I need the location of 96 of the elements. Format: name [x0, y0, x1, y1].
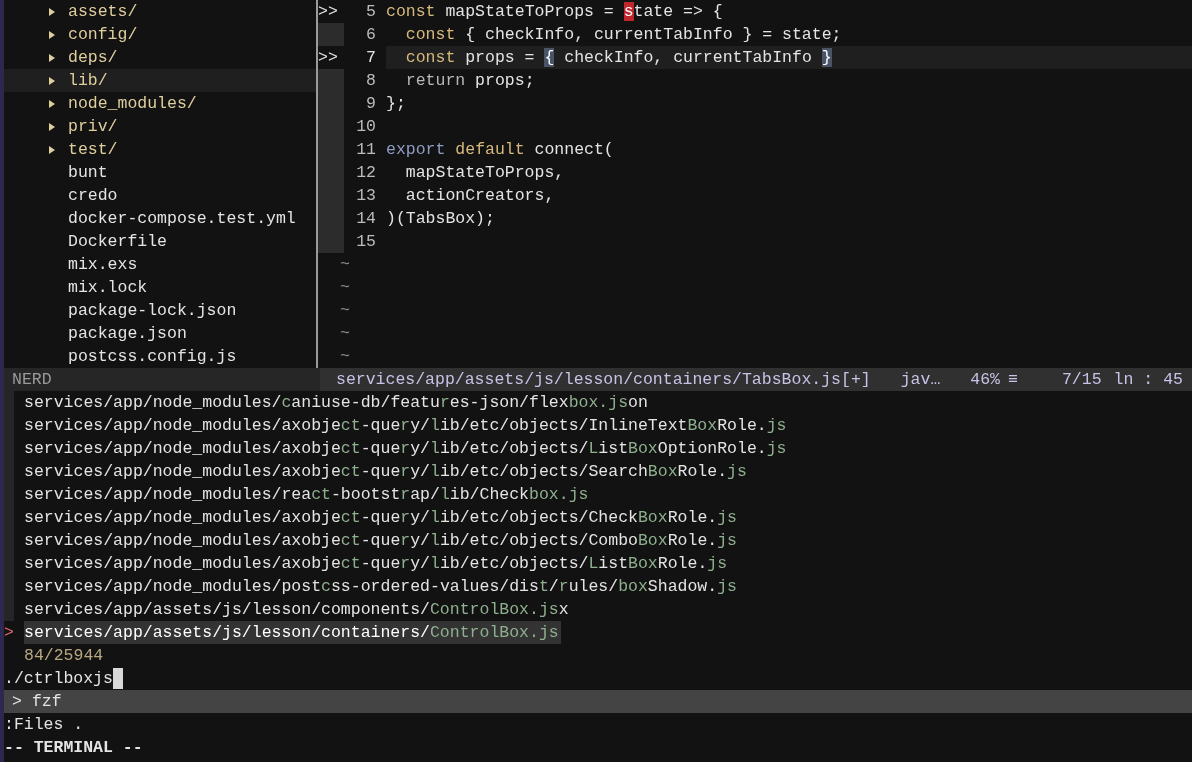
- percent-label: 46%: [970, 369, 1000, 391]
- line-number: 12: [355, 162, 376, 184]
- result-path[interactable]: services/app/node_modules/axobject-query/lib/etc/objects/InlineTextBoxRole.js: [24, 414, 787, 437]
- code-line: return props;: [404, 70, 536, 92]
- column-label: : 45: [1143, 369, 1183, 391]
- file-name: package-lock.json: [68, 300, 237, 322]
- terminal-title: fzf: [31, 691, 62, 713]
- result-path[interactable]: services/app/node_modules/axobject-query/lib/etc/objects/ComboBoxRole.js: [24, 529, 737, 552]
- code-line: export default connect(: [386, 139, 615, 161]
- line-number: 10: [355, 116, 376, 138]
- tree-row[interactable]: postcss.config.js: [4, 345, 316, 368]
- line-number: 13: [355, 185, 376, 207]
- result-path[interactable]: services/app/node_modules/axobject-query/lib/etc/objects/ListBoxRole.js: [24, 552, 728, 575]
- line-number: 11: [355, 139, 376, 161]
- code-line: const mapStateToProps = state => {: [386, 1, 724, 23]
- selection-pointer: >: [4, 622, 15, 644]
- file-name: credo: [68, 185, 118, 207]
- tree-row[interactable]: node_modules/: [4, 92, 316, 115]
- tree-row[interactable]: mix.lock: [4, 276, 316, 299]
- code-line: mapStateToProps,: [404, 162, 566, 184]
- tree-row[interactable]: lib/: [4, 69, 316, 92]
- line-number: 8: [365, 70, 376, 92]
- folder-name: lib/: [68, 70, 108, 92]
- result-path[interactable]: services/app/assets/js/lesson/components/ControlBox.jsx: [24, 598, 569, 621]
- caret-icon: [48, 6, 56, 17]
- sign-gutter: [318, 23, 344, 46]
- tree-row[interactable]: mix.exs: [4, 253, 316, 276]
- folder-name: deps/: [68, 47, 118, 69]
- line-label: ln: [1113, 369, 1134, 391]
- code-line: )(TabsBox);: [386, 208, 496, 230]
- file-name: docker-compose.test.yml: [68, 208, 296, 230]
- caret-icon: [48, 98, 56, 109]
- result-path[interactable]: services/app/node_modules/react-bootstrap/lib/Checkbox.js: [24, 483, 589, 506]
- empty-line-marker: ~: [340, 254, 350, 276]
- result-path[interactable]: services/app/node_modules/postcss-ordered-values/dist/rules/boxShadow.js: [24, 575, 737, 598]
- tree-row[interactable]: test/: [4, 138, 316, 161]
- line-number: 14: [355, 208, 376, 230]
- text-cursor: [112, 668, 123, 689]
- tree-row[interactable]: credo: [4, 184, 316, 207]
- folder-name: assets/: [68, 1, 138, 23]
- caret-icon: [48, 29, 56, 40]
- tree-row[interactable]: docker-compose.test.yml: [4, 207, 316, 230]
- file-name: mix.lock: [68, 277, 148, 299]
- file-name: bunt: [68, 162, 108, 184]
- match-count: 84/25944: [24, 645, 104, 667]
- sign-marker: >>: [318, 1, 339, 23]
- tree-row[interactable]: priv/: [4, 115, 316, 138]
- tree-row[interactable]: deps/: [4, 46, 316, 69]
- filetype-label: jav…: [900, 369, 941, 391]
- empty-line-marker: ~: [340, 323, 350, 345]
- code-line: };: [386, 93, 407, 115]
- caret-icon: [48, 52, 56, 63]
- tree-row[interactable]: package.json: [4, 322, 316, 345]
- tree-row[interactable]: Dockerfile: [4, 230, 316, 253]
- line-number: 15: [355, 231, 376, 253]
- result-gutter: [4, 598, 14, 621]
- file-path: services/app/assets/js/lesson/containers/TabsBox.js[+]: [336, 369, 871, 391]
- result-path[interactable]: services/app/node_modules/axobject-query/lib/etc/objects/ListBoxOptionRole.js: [24, 437, 787, 460]
- sign-gutter: [318, 69, 344, 92]
- code-line: const { checkInfo, currentTabInfo } = state;: [404, 24, 843, 46]
- mode-label: NERD: [4, 368, 320, 391]
- empty-line-marker: ~: [340, 277, 350, 299]
- file-name: Dockerfile: [68, 231, 168, 253]
- tree-row[interactable]: config/: [4, 23, 316, 46]
- position-label: 7/15: [1061, 369, 1102, 391]
- result-path[interactable]: services/app/node_modules/axobject-query/lib/etc/objects/CheckBoxRole.js: [24, 506, 737, 529]
- line-number: 7: [365, 47, 376, 69]
- caret-icon: [48, 144, 56, 155]
- result-path[interactable]: services/app/assets/js/lesson/containers/ControlBox.js: [24, 621, 561, 644]
- prompt-marker: >: [12, 691, 22, 713]
- tree-row[interactable]: package-lock.json: [4, 299, 316, 322]
- empty-line-marker: ~: [340, 346, 350, 368]
- folder-name: node_modules/: [68, 93, 197, 115]
- folder-name: config/: [68, 24, 138, 46]
- sign-gutter: [318, 230, 344, 253]
- caret-icon: [48, 75, 56, 86]
- file-name: mix.exs: [68, 254, 138, 276]
- tree-row[interactable]: bunt: [4, 161, 316, 184]
- command-line: :Files .: [4, 714, 84, 736]
- file-name: package.json: [68, 323, 187, 345]
- line-number: 9: [365, 93, 376, 115]
- sign-marker: >>: [318, 47, 339, 69]
- result-path[interactable]: services/app/node_modules/axobject-query/lib/etc/objects/SearchBoxRole.js: [24, 460, 747, 483]
- folder-name: test/: [68, 139, 118, 161]
- line-number: 6: [365, 24, 376, 46]
- folder-name: priv/: [68, 116, 118, 138]
- mode-indicator: -- TERMINAL --: [4, 737, 143, 759]
- empty-line-marker: ~: [340, 300, 350, 322]
- caret-icon: [48, 121, 56, 132]
- result-path[interactable]: services/app/node_modules/caniuse-db/features-json/flexbox.json: [24, 391, 648, 414]
- menu-glyph: ≡: [1008, 369, 1018, 391]
- file-name: postcss.config.js: [68, 346, 237, 368]
- query-text: ./ctrlboxjs: [4, 668, 113, 690]
- line-number: 5: [365, 1, 376, 23]
- code-line: actionCreators,: [404, 185, 556, 207]
- tree-row[interactable]: assets/: [4, 0, 316, 23]
